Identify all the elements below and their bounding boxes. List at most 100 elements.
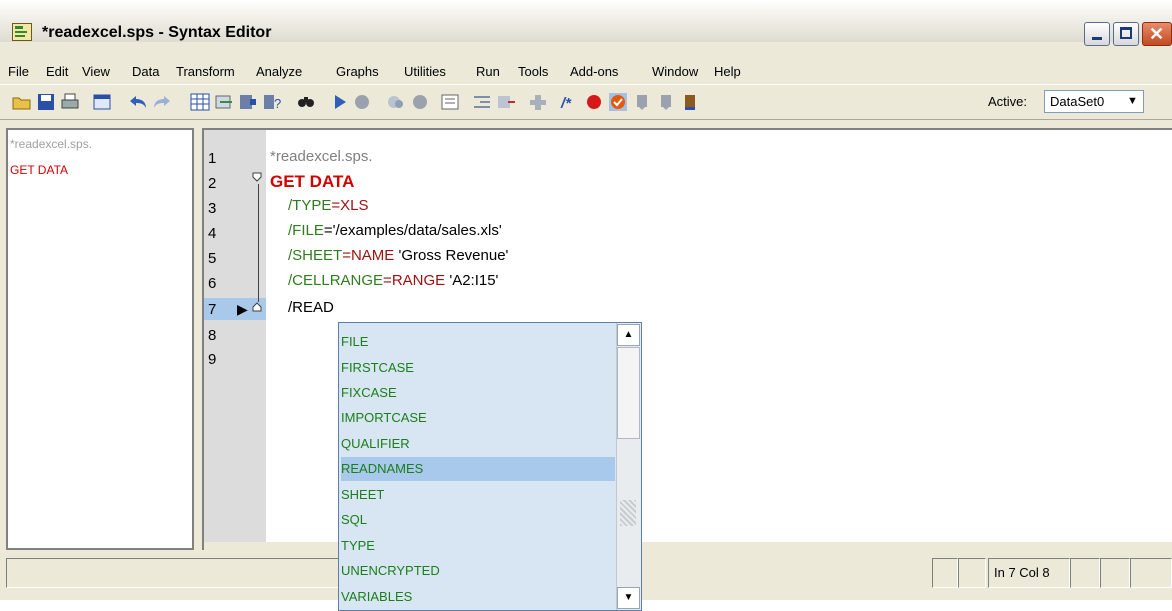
code-line-sheet[interactable]: /SHEET=NAME 'Gross Revenue'	[288, 247, 508, 264]
line-number: 6	[208, 275, 217, 292]
save-icon[interactable]	[36, 93, 56, 111]
autocomplete-item[interactable]: VARIABLES	[341, 585, 615, 609]
svg-text:?: ?	[274, 96, 281, 111]
fold-collapse-icon[interactable]	[252, 172, 262, 182]
status-panel	[1130, 558, 1172, 588]
autocomplete-item[interactable]: FIRSTCASE	[341, 356, 615, 380]
scrollbar-thumb[interactable]	[617, 347, 640, 439]
autocomplete-item[interactable]: FIXCASE	[341, 381, 615, 405]
menu-run[interactable]: Run	[476, 64, 500, 79]
show-line-numbers-icon[interactable]	[440, 93, 460, 111]
active-dataset-value: DataSet0	[1050, 94, 1105, 109]
open-icon[interactable]	[12, 93, 32, 111]
bookmark-icon[interactable]	[584, 93, 604, 111]
breakpoint-icon[interactable]	[386, 93, 406, 111]
string-value: ='/examples/data/sales.xls'	[323, 222, 502, 239]
current-line-arrow-icon: ▶	[237, 301, 248, 317]
recall-dialog-icon[interactable]	[92, 93, 112, 111]
line-number: 4	[208, 225, 217, 242]
window-title: *readexcel.sps - Syntax Editor	[42, 24, 272, 41]
line-number: 1	[208, 150, 217, 167]
subcommand-keyword: /SHEET	[288, 247, 343, 264]
line-number: 8	[208, 327, 217, 344]
line-number: 2	[208, 175, 217, 192]
data-editor-icon[interactable]	[190, 93, 210, 111]
line-number: 5	[208, 250, 217, 267]
comment-icon[interactable]	[528, 93, 548, 111]
cursor-position: In 7 Col 8	[994, 565, 1050, 580]
menu-tools[interactable]: Tools	[518, 64, 548, 79]
autocomplete-item[interactable]: SQL	[341, 508, 615, 532]
uncomment-icon[interactable]: /*	[560, 93, 580, 111]
autocomplete-item[interactable]: SHEET	[341, 483, 615, 507]
next-bookmark-icon[interactable]	[608, 93, 628, 111]
keyword-value: RANGE	[391, 272, 446, 289]
minimize-button[interactable]	[1084, 22, 1110, 46]
code-line-comment[interactable]: *readexcel.sps.	[270, 148, 373, 165]
code-line-type[interactable]: /TYPE=XLS	[288, 197, 368, 214]
autocomplete-item[interactable]: QUALIFIER	[341, 432, 615, 456]
variables-icon[interactable]	[238, 93, 258, 111]
svg-text:/*: /*	[560, 95, 572, 111]
code-line-command[interactable]: GET DATA	[270, 172, 354, 192]
stop-icon[interactable]	[352, 93, 372, 111]
equals-sign: =	[342, 247, 351, 264]
menu-graphs[interactable]: Graphs	[336, 64, 379, 79]
autocomplete-item[interactable]: IMPORTCASE	[341, 406, 615, 430]
active-dataset-select[interactable]: DataSet0 ▼	[1044, 90, 1144, 113]
minimize-icon	[1092, 37, 1102, 40]
menu-data[interactable]: Data	[132, 64, 159, 79]
resize-grip-icon[interactable]	[620, 500, 636, 526]
string-value: 'A2:I15'	[445, 272, 499, 289]
menu-edit[interactable]: Edit	[46, 64, 68, 79]
keyword-value: XLS	[340, 197, 369, 214]
status-panel	[1070, 558, 1100, 588]
redo-icon[interactable]	[152, 93, 172, 111]
menu-file[interactable]: File	[8, 64, 29, 79]
equals-sign: =	[383, 272, 392, 289]
run-selection-icon[interactable]	[330, 93, 350, 111]
clear-bookmarks-icon[interactable]	[680, 93, 700, 111]
print-icon[interactable]	[60, 93, 80, 111]
menu-bar: File Edit View Data Transform Analyze Gr…	[0, 58, 1172, 84]
autocomplete-item[interactable]: FILE	[341, 330, 615, 354]
menu-utilities[interactable]: Utilities	[404, 64, 446, 79]
undo-icon[interactable]	[128, 93, 148, 111]
code-line-cellrange[interactable]: /CELLRANGE=RANGE 'A2:I15'	[288, 272, 498, 289]
subcommand-keyword: /TYPE	[288, 197, 332, 214]
code-line-read[interactable]: /READ	[288, 299, 334, 316]
toggle-bookmark-icon[interactable]	[656, 93, 676, 111]
menu-help[interactable]: Help	[714, 64, 741, 79]
menu-window[interactable]: Window	[652, 64, 698, 79]
go-to-case-icon[interactable]	[214, 93, 234, 111]
equals-sign: =	[331, 197, 341, 214]
prev-bookmark-icon[interactable]	[632, 93, 652, 111]
fold-end-icon[interactable]	[252, 302, 262, 312]
indent-icon[interactable]	[472, 93, 492, 111]
variable-info-icon[interactable]: ?	[262, 93, 282, 111]
menu-analyze[interactable]: Analyze	[256, 64, 302, 79]
autocomplete-item[interactable]: TYPE	[341, 534, 615, 558]
autocomplete-item[interactable]: UNENCRYPTED	[341, 559, 615, 583]
syntax-app-icon	[12, 23, 32, 41]
subcommand-keyword: /CELLRANGE	[288, 272, 384, 289]
maximize-icon	[1120, 27, 1132, 39]
pane-splitter[interactable]	[194, 128, 202, 552]
maximize-button[interactable]	[1113, 22, 1139, 46]
close-button[interactable]: ✕	[1142, 22, 1172, 46]
scroll-up-arrow-icon[interactable]: ▲	[617, 324, 640, 346]
subcommand-keyword: /FILE	[288, 222, 324, 239]
find-icon[interactable]	[296, 93, 316, 111]
clear-breakpoints-icon[interactable]	[410, 93, 430, 111]
active-dataset-label: Active:	[988, 94, 1028, 109]
navigation-pane[interactable]	[6, 128, 194, 550]
menu-addons[interactable]: Add-ons	[570, 64, 618, 79]
outdent-icon[interactable]	[496, 93, 516, 111]
menu-view[interactable]: View	[82, 64, 110, 79]
menu-transform[interactable]: Transform	[176, 64, 235, 79]
code-line-file[interactable]: /FILE='/examples/data/sales.xls'	[288, 222, 502, 239]
autocomplete-item-selected[interactable]: READNAMES	[341, 457, 615, 481]
nav-command-item[interactable]: GET DATA	[10, 163, 68, 177]
nav-file-item[interactable]: *readexcel.sps.	[10, 137, 92, 151]
scroll-down-arrow-icon[interactable]: ▼	[617, 587, 640, 609]
